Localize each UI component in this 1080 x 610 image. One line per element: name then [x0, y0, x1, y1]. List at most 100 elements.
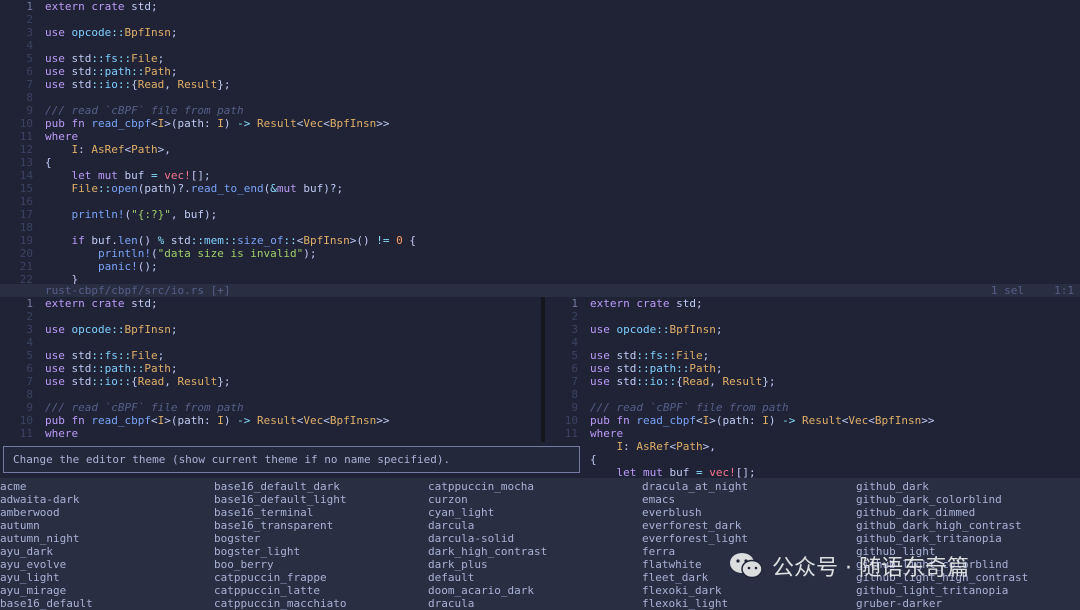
theme-option[interactable]: boo_berry	[214, 558, 346, 571]
theme-option[interactable]: flexoki_light	[642, 597, 748, 610]
theme-option[interactable]: catppuccin_latte	[214, 584, 346, 597]
theme-option[interactable]: github_dark_high_contrast	[856, 519, 1028, 532]
code-token: Path	[144, 362, 171, 375]
code-line[interactable]: 12 I: AsRef<Path>,	[0, 143, 1080, 156]
theme-option[interactable]: catppuccin_frappe	[214, 571, 346, 584]
theme-option[interactable]: everblush	[642, 506, 748, 519]
code-line[interactable]: 16	[0, 195, 1080, 208]
theme-option[interactable]: autumn_night	[0, 532, 93, 545]
theme-option[interactable]: github_dark_colorblind	[856, 493, 1028, 506]
theme-option[interactable]: adwaita-dark	[0, 493, 93, 506]
theme-completion-menu[interactable]: acme adwaita-dark amberwood autumn autumn_ni…	[0, 478, 1080, 610]
code-line[interactable]: 6 use std::path::Path;	[545, 362, 1080, 375]
theme-option[interactable]: flexoki_dark	[642, 584, 748, 597]
code-line[interactable]: 2	[545, 310, 1080, 323]
theme-option[interactable]: darcula-solid	[428, 532, 547, 545]
code-line[interactable]: 3 use opcode::BpfInsn;	[545, 323, 1080, 336]
command-prompt-box[interactable]: Change the editor theme (show current th…	[3, 446, 580, 473]
code-line[interactable]: 5 use std::fs::File;	[0, 52, 1080, 65]
code-token: BpfInsn	[329, 117, 377, 130]
code-line[interactable]: 8	[0, 91, 1080, 104]
theme-option[interactable]: amberwood	[0, 506, 93, 519]
theme-option[interactable]: catppuccin_macchiato	[214, 597, 346, 610]
theme-option[interactable]: base16_terminal	[214, 506, 346, 519]
code-line[interactable]: 4	[0, 39, 1080, 52]
theme-option[interactable]: base16_default_dark	[214, 480, 346, 493]
theme-option[interactable]: ayu_mirage	[0, 584, 93, 597]
theme-option[interactable]: acme	[0, 480, 93, 493]
theme-option[interactable]: github_dark	[856, 480, 1028, 493]
theme-option[interactable]: bogster	[214, 532, 346, 545]
code-token: std	[64, 349, 92, 362]
code-line[interactable]: 4	[545, 336, 1080, 349]
theme-option[interactable]: cyan_light	[428, 506, 547, 519]
theme-option[interactable]: dracula	[428, 597, 547, 610]
code-line[interactable]: 6 use std::path::Path;	[0, 362, 541, 375]
code-line[interactable]: 22 }	[0, 273, 1080, 284]
code-line[interactable]: 14 let mut buf = vec![];	[0, 169, 1080, 182]
theme-option[interactable]: github_light_tritanopia	[856, 584, 1028, 597]
theme-option[interactable]: base16_default_light	[214, 493, 346, 506]
code-line[interactable]: let mut buf = vec![];	[545, 466, 1080, 478]
theme-option[interactable]: autumn	[0, 519, 93, 532]
code-line[interactable]: 3 use opcode::BpfInsn;	[0, 26, 1080, 39]
theme-option[interactable]: curzon	[428, 493, 547, 506]
theme-option[interactable]: darcula	[428, 519, 547, 532]
code-line[interactable]: 7 use std::io::{Read, Result};	[545, 375, 1080, 388]
code-token: std	[64, 52, 92, 65]
theme-option[interactable]: doom_acario_dark	[428, 584, 547, 597]
theme-option[interactable]: ayu_light	[0, 571, 93, 584]
code-line[interactable]: 10 pub fn read_cbpf<I>(path: I) -> Result…	[0, 117, 1080, 130]
theme-option[interactable]: dark_plus	[428, 558, 547, 571]
code-line[interactable]: 6 use std::path::Path;	[0, 65, 1080, 78]
code-line[interactable]: {	[545, 453, 1080, 466]
code-line[interactable]: 20 println!("data size is invalid");	[0, 247, 1080, 260]
theme-option[interactable]: default	[428, 571, 547, 584]
theme-option[interactable]: github_dark_tritanopia	[856, 532, 1028, 545]
code-line[interactable]: 1 extern crate std;	[0, 0, 1080, 13]
code-line[interactable]: 7 use std::io::{Read, Result};	[0, 78, 1080, 91]
code-line[interactable]: 11 where	[545, 427, 1080, 440]
code-line[interactable]: 10 pub fn read_cbpf<I>(path: I) -> Result…	[0, 414, 541, 427]
code-line[interactable]: 1 extern crate std;	[0, 297, 541, 310]
code-line[interactable]: I: AsRef<Path>,	[545, 440, 1080, 453]
top-editor-pane[interactable]: 1 extern crate std; 2 3 use opcode::BpfInsn;…	[0, 0, 1080, 284]
code-line[interactable]: 4	[0, 336, 541, 349]
theme-option[interactable]: base16_transparent	[214, 519, 346, 532]
code-line[interactable]: 19 if buf.len() % std::mem::size_of::<Bp…	[0, 234, 1080, 247]
code-line[interactable]: 1 extern crate std;	[545, 297, 1080, 310]
code-line[interactable]: 11 where	[0, 130, 1080, 143]
code-line[interactable]: 3 use opcode::BpfInsn;	[0, 323, 541, 336]
code-line[interactable]: 9 /// read `cBPF` file from path	[0, 104, 1080, 117]
code-line[interactable]: 9 /// read `cBPF` file from path	[0, 401, 541, 414]
theme-option[interactable]: everforest_light	[642, 532, 748, 545]
code-line[interactable]: 8	[0, 388, 541, 401]
code-line[interactable]: 18	[0, 221, 1080, 234]
theme-option[interactable]: ayu_dark	[0, 545, 93, 558]
code-line[interactable]: 10 pub fn read_cbpf<I>(path: I) -> Result…	[545, 414, 1080, 427]
theme-option[interactable]: base16_default	[0, 597, 93, 610]
code-line[interactable]: 2	[0, 310, 541, 323]
code-line[interactable]: 15 File::open(path)?.read_to_end(&mut bu…	[0, 182, 1080, 195]
theme-option[interactable]: github_dark_dimmed	[856, 506, 1028, 519]
code-line[interactable]: 17 println!("{:?}", buf);	[0, 208, 1080, 221]
theme-option[interactable]: ayu_evolve	[0, 558, 93, 571]
code-line[interactable]: 21 panic!();	[0, 260, 1080, 273]
theme-option[interactable]: everforest_dark	[642, 519, 748, 532]
theme-option[interactable]: gruber-darker	[856, 597, 1028, 610]
theme-option[interactable]: dracula_at_night	[642, 480, 748, 493]
bottom-right-editor-pane[interactable]: 1 extern crate std; 2 3 use opcode::BpfInsn;…	[545, 297, 1080, 478]
bottom-left-editor-pane[interactable]: 1 extern crate std; 2 3 use opcode::BpfInsn;…	[0, 297, 541, 442]
code-line[interactable]: 9 /// read `cBPF` file from path	[545, 401, 1080, 414]
code-line[interactable]: 5 use std::fs::File;	[545, 349, 1080, 362]
code-line[interactable]: 2	[0, 13, 1080, 26]
theme-option[interactable]: dark_high_contrast	[428, 545, 547, 558]
theme-option[interactable]: bogster_light	[214, 545, 346, 558]
code-line[interactable]: 7 use std::io::{Read, Result};	[0, 375, 541, 388]
theme-option[interactable]: catppuccin_mocha	[428, 480, 547, 493]
theme-option[interactable]: emacs	[642, 493, 748, 506]
code-line[interactable]: 13 {	[0, 156, 1080, 169]
code-line[interactable]: 5 use std::fs::File;	[0, 349, 541, 362]
code-line[interactable]: 8	[545, 388, 1080, 401]
code-line[interactable]: 11 where	[0, 427, 541, 440]
